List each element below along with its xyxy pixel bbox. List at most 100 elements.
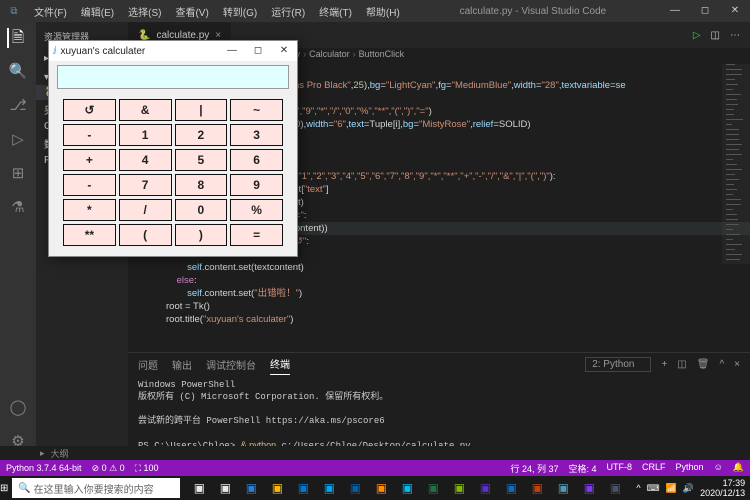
taskbar-app-icon[interactable]: ▣: [292, 477, 314, 499]
terminal-selector[interactable]: 2: Python: [585, 357, 651, 372]
calculator-titlebar[interactable]: ⅈ xuyuan's calculater — ◻ ✕: [49, 41, 297, 61]
calc-close-button[interactable]: ✕: [271, 41, 297, 61]
more-icon[interactable]: ⋯: [730, 30, 740, 41]
minimize-button[interactable]: —: [660, 0, 690, 22]
calc-key[interactable]: ): [175, 224, 228, 246]
calc-key[interactable]: 9: [230, 174, 283, 196]
search-icon[interactable]: 🔍: [8, 62, 28, 82]
run-file-icon[interactable]: ▷: [693, 30, 701, 41]
run-debug-icon[interactable]: ▷: [8, 130, 28, 150]
calc-key[interactable]: =: [230, 224, 283, 246]
close-button[interactable]: ✕: [720, 0, 750, 22]
menu-item[interactable]: 帮助(H): [360, 1, 406, 22]
explorer-icon[interactable]: 🗎: [7, 28, 27, 48]
tab-close-icon[interactable]: ×: [215, 30, 221, 41]
maximize-panel-icon[interactable]: ^: [719, 359, 724, 370]
panel-tab-terminal[interactable]: 终端: [270, 353, 290, 375]
panel-tab-output[interactable]: 输出: [172, 354, 192, 375]
calc-key[interactable]: -: [63, 174, 116, 196]
window-title: calculate.py - Visual Studio Code: [406, 6, 660, 17]
taskbar-app-icon[interactable]: ▣: [448, 477, 470, 499]
tray-volume-icon[interactable]: 🔊: [683, 483, 694, 494]
menu-item[interactable]: 终端(T): [313, 1, 358, 22]
status-cursor[interactable]: 行 24, 列 37: [510, 462, 558, 475]
split-terminal-icon[interactable]: ◫: [677, 359, 686, 370]
system-tray[interactable]: ^ ⌨ 📶 🔊 17:392020/12/13 💬: [630, 478, 750, 498]
calc-key[interactable]: 4: [119, 149, 172, 171]
minimap[interactable]: [722, 64, 750, 264]
calc-maximize-button[interactable]: ◻: [245, 41, 271, 61]
start-button[interactable]: ⊞: [0, 476, 8, 500]
status-feedback-icon[interactable]: ☺: [714, 462, 723, 475]
calc-key[interactable]: 6: [230, 149, 283, 171]
taskbar-app-icon[interactable]: ▣: [552, 477, 574, 499]
status-bell-icon[interactable]: 🔔: [733, 462, 744, 475]
split-editor-icon[interactable]: ◫: [711, 30, 720, 41]
taskbar-app-icon[interactable]: ▣: [396, 477, 418, 499]
taskbar-app-icon[interactable]: ▣: [500, 477, 522, 499]
menu-item[interactable]: 转到(G): [217, 1, 263, 22]
calculator-display: [57, 65, 289, 89]
status-encoding[interactable]: UTF-8: [607, 462, 633, 475]
taskbar-app-icon[interactable]: ▣: [422, 477, 444, 499]
taskbar-app-icon[interactable]: ▣: [526, 477, 548, 499]
outline-bar[interactable]: ▸ 大纲: [0, 446, 750, 460]
source-control-icon[interactable]: ⎇: [8, 96, 28, 116]
status-coverage[interactable]: ⛶ 100: [135, 463, 159, 474]
taskbar-app-icon[interactable]: ▣: [266, 477, 288, 499]
calc-key[interactable]: 1: [119, 124, 172, 146]
taskbar-app-icon[interactable]: ▣: [318, 477, 340, 499]
taskbar-clock[interactable]: 17:392020/12/13: [700, 478, 745, 498]
taskbar-app-icon[interactable]: ▣: [188, 477, 210, 499]
calc-key[interactable]: **: [63, 224, 116, 246]
calc-key[interactable]: *: [63, 199, 116, 221]
calc-key[interactable]: %: [230, 199, 283, 221]
test-icon[interactable]: ⚗: [8, 198, 28, 218]
status-python[interactable]: Python 3.7.4 64-bit: [6, 463, 82, 473]
kill-terminal-icon[interactable]: 🗑: [697, 359, 710, 370]
menu-item[interactable]: 编辑(E): [75, 1, 120, 22]
taskbar-app-icon[interactable]: ▣: [344, 477, 366, 499]
menu-item[interactable]: 选择(S): [122, 1, 167, 22]
calc-key[interactable]: ↺: [63, 99, 116, 121]
calc-key[interactable]: &: [119, 99, 172, 121]
calc-key[interactable]: ~: [230, 99, 283, 121]
account-icon[interactable]: ◯: [8, 398, 28, 418]
calc-key[interactable]: (: [119, 224, 172, 246]
taskbar-app-icon[interactable]: ▣: [214, 477, 236, 499]
maximize-button[interactable]: ◻: [690, 0, 720, 22]
status-problems[interactable]: ⊘ 0 ⚠ 0: [92, 463, 125, 474]
tray-wifi-icon[interactable]: 📶: [666, 483, 677, 494]
taskbar-app-icon[interactable]: ▣: [240, 477, 262, 499]
menu-item[interactable]: 查看(V): [169, 1, 214, 22]
tray-network-icon[interactable]: ⌨: [647, 483, 660, 494]
calc-key[interactable]: /: [119, 199, 172, 221]
taskbar-app-icon[interactable]: ▣: [474, 477, 496, 499]
calc-key[interactable]: 0: [175, 199, 228, 221]
calc-minimize-button[interactable]: —: [219, 41, 245, 61]
panel-tab-problems[interactable]: 问题: [138, 354, 158, 375]
calc-key[interactable]: 7: [119, 174, 172, 196]
calc-key[interactable]: 8: [175, 174, 228, 196]
calc-key[interactable]: 5: [175, 149, 228, 171]
status-indent[interactable]: 空格: 4: [569, 462, 597, 475]
calc-key[interactable]: 3: [230, 124, 283, 146]
status-eol[interactable]: CRLF: [642, 462, 666, 475]
taskbar-app-icon[interactable]: ▣: [370, 477, 392, 499]
taskbar-app-icon[interactable]: ▣: [578, 477, 600, 499]
menu-item[interactable]: 运行(R): [265, 1, 311, 22]
taskbar-search[interactable]: 🔍 在这里输入你要搜索的内容: [12, 478, 180, 498]
calculator-keypad: ↺&|~-123+456-789*/0%**()=: [49, 91, 297, 256]
menu-item[interactable]: 文件(F): [28, 1, 73, 22]
calc-key[interactable]: 2: [175, 124, 228, 146]
new-terminal-icon[interactable]: +: [661, 359, 667, 370]
taskbar-app-icon[interactable]: ▣: [604, 477, 626, 499]
calc-key[interactable]: |: [175, 99, 228, 121]
calc-key[interactable]: +: [63, 149, 116, 171]
status-lang[interactable]: Python: [676, 462, 704, 475]
tray-chevron-icon[interactable]: ^: [636, 483, 640, 493]
panel-tab-debug[interactable]: 调试控制台: [206, 354, 256, 375]
extensions-icon[interactable]: ⊞: [8, 164, 28, 184]
calc-key[interactable]: -: [63, 124, 116, 146]
close-panel-icon[interactable]: ×: [734, 359, 740, 370]
